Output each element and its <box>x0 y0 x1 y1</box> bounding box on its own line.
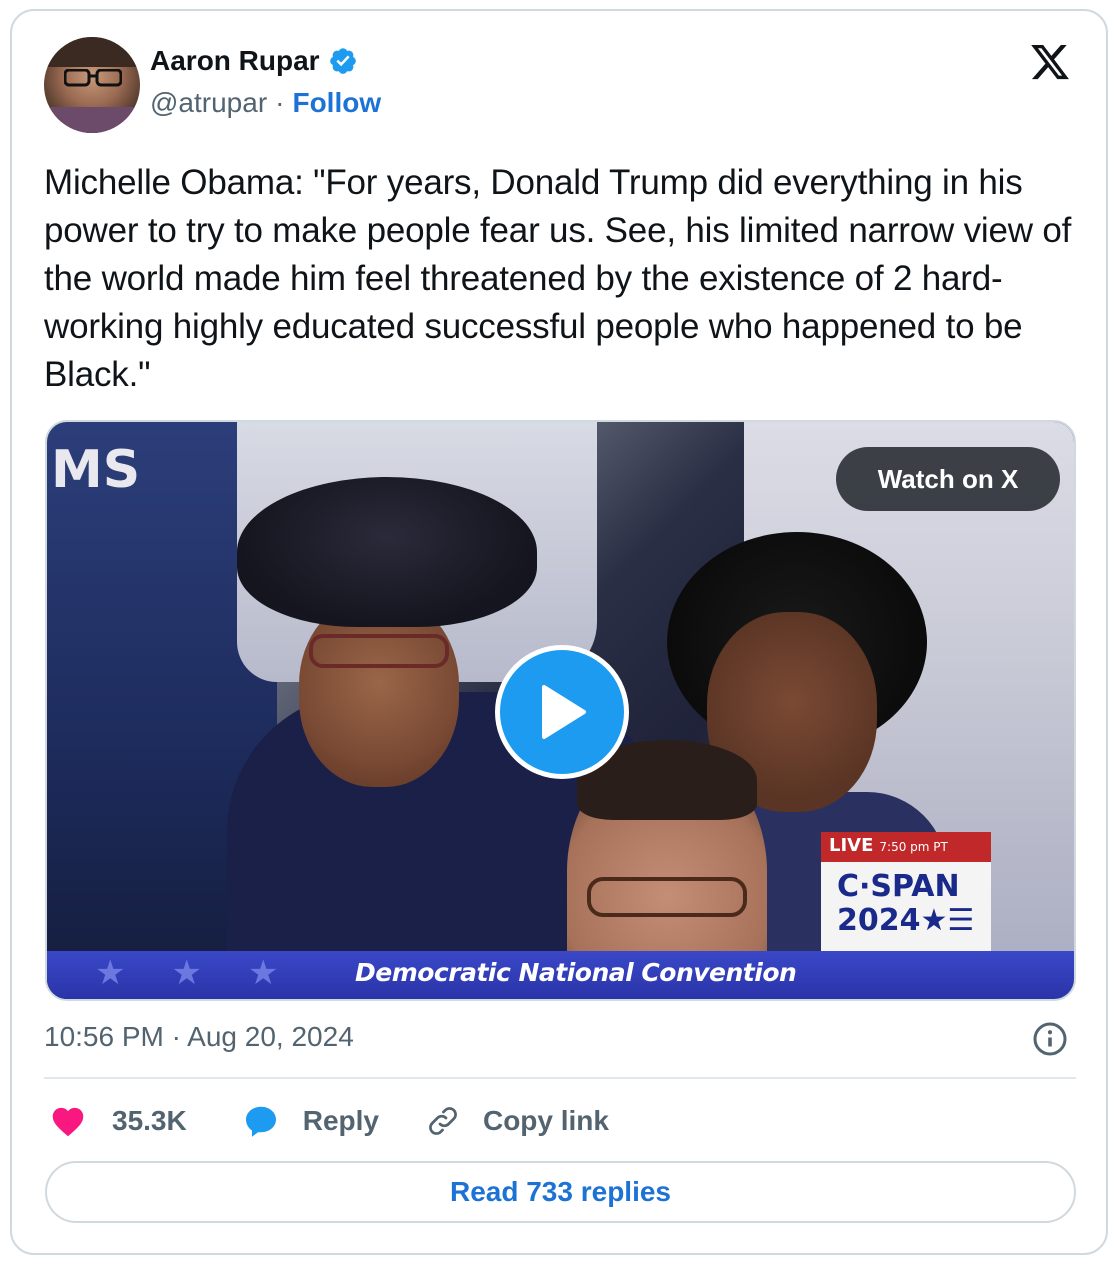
cspan-live-label: LIVE 7:50 pm PT <box>821 832 991 862</box>
live-time: 7:50 pm PT <box>879 840 948 854</box>
follow-link[interactable]: Follow <box>292 87 381 119</box>
play-button[interactable] <box>495 645 629 779</box>
separator-dot: · <box>275 87 285 118</box>
info-icon[interactable] <box>1032 1021 1068 1057</box>
cspan-year: 2024★☰ <box>837 903 975 938</box>
copy-link-button[interactable]: Copy link <box>425 1103 609 1139</box>
cspan-name: C·SPAN <box>837 869 960 904</box>
reply-button[interactable]: Reply <box>243 1103 379 1139</box>
like-button[interactable]: 35.3K <box>50 1105 187 1137</box>
author-name[interactable]: Aaron Rupar <box>150 45 320 77</box>
x-logo-icon[interactable] <box>1028 41 1072 83</box>
video-player[interactable]: MS LIVE 7:50 pm PT C·SPAN 2024★☰ ★★★ Demo… <box>45 420 1076 1001</box>
cspan-brand: C·SPAN 2024★☰ <box>821 862 991 954</box>
tweet-timestamp[interactable]: 10:56 PM · Aug 20, 2024 <box>44 1021 354 1053</box>
reply-bubble-icon <box>245 1106 276 1137</box>
live-text: LIVE <box>829 835 874 856</box>
cspan-logo: LIVE 7:50 pm PT C·SPAN 2024★☰ <box>821 832 991 954</box>
author-name-row: Aaron Rupar <box>150 45 358 77</box>
banner-text: Democratic National Convention <box>355 958 797 987</box>
glasses-graphic <box>64 69 122 87</box>
like-count: 35.3K <box>112 1105 187 1136</box>
dnc-banner: ★★★ Democratic National Convention <box>47 951 1074 999</box>
tweet-text: Michelle Obama: "For years, Donald Trump… <box>44 163 1072 394</box>
read-replies-button[interactable]: Read 733 replies <box>45 1161 1076 1223</box>
verified-badge-icon <box>329 48 356 74</box>
heart-icon <box>52 1107 84 1137</box>
author-handle[interactable]: @atrupar <box>150 87 267 119</box>
scene-sign-text: MS <box>51 440 141 500</box>
handle-row: @atrupar · Follow <box>150 87 381 119</box>
play-icon <box>542 685 586 739</box>
reply-label: Reply <box>302 1105 379 1136</box>
divider <box>44 1077 1076 1079</box>
banner-stars: ★★★ <box>95 954 325 992</box>
author-avatar[interactable] <box>44 37 140 133</box>
tweet-card: Aaron Rupar @atrupar · Follow Michelle O… <box>10 9 1108 1255</box>
watch-on-x-button[interactable]: Watch on X <box>836 447 1060 511</box>
action-bar: 35.3K Reply Copy link <box>50 1101 609 1141</box>
link-icon <box>429 1107 457 1135</box>
copy-link-label: Copy link <box>482 1105 609 1136</box>
